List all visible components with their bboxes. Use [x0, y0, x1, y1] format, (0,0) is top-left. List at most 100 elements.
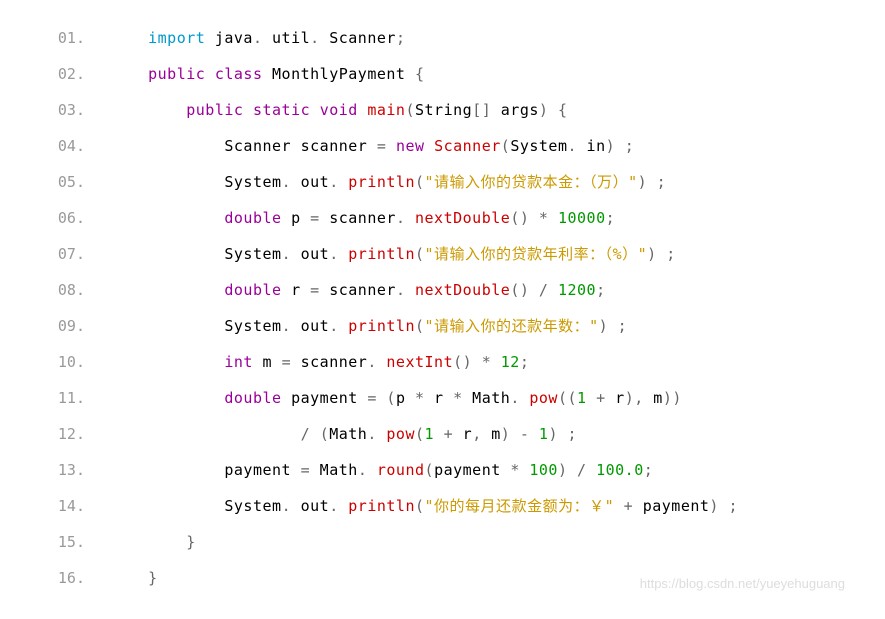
- token-num: 1: [577, 389, 587, 407]
- token-method: println: [348, 497, 415, 515]
- token-code: payment: [282, 389, 368, 407]
- token-str: "请输入你的贷款本金：（万）": [425, 173, 638, 191]
- token-code: out: [291, 497, 329, 515]
- token-method: round: [377, 461, 425, 479]
- token-punct: }: [148, 569, 158, 587]
- token-code: m: [644, 389, 663, 407]
- token-num: 10000: [558, 209, 606, 227]
- token-code: MonthlyPayment: [263, 65, 416, 83]
- token-kw: public: [186, 101, 243, 119]
- token-punct: =: [310, 281, 320, 299]
- token-code: [608, 317, 618, 335]
- token-punct: ;: [596, 281, 606, 299]
- line-number: 07.: [30, 236, 110, 272]
- token-code: r: [425, 389, 454, 407]
- token-code: [310, 101, 320, 119]
- token-punct: .: [510, 389, 520, 407]
- code-content: double r = scanner. nextDouble() / 1200;: [110, 272, 606, 308]
- line-number: 06.: [30, 200, 110, 236]
- token-code: scanner: [291, 353, 367, 371]
- token-punct: +: [596, 389, 606, 407]
- token-punct: =: [310, 209, 320, 227]
- token-punct: +: [444, 425, 454, 443]
- token-code: System: [110, 497, 282, 515]
- line-number: 14.: [30, 488, 110, 524]
- token-code: [657, 245, 667, 263]
- token-code: out: [291, 173, 329, 191]
- code-line: 02. public class MonthlyPayment {: [30, 56, 855, 92]
- token-code: payment: [633, 497, 709, 515]
- line-number: 12.: [30, 416, 110, 452]
- token-punct: /: [577, 461, 587, 479]
- token-punct: +: [624, 497, 634, 515]
- token-code: [377, 353, 387, 371]
- token-code: [110, 389, 224, 407]
- token-punct: (: [415, 245, 425, 263]
- token-code: System: [110, 173, 282, 191]
- token-punct: (: [415, 173, 425, 191]
- token-code: java: [205, 29, 253, 47]
- line-number: 02.: [30, 56, 110, 92]
- code-line: 07. System. out. println("请输入你的贷款年利率：（%）…: [30, 236, 855, 272]
- code-line: 04. Scanner scanner = new Scanner(System…: [30, 128, 855, 164]
- line-number: 03.: [30, 92, 110, 128]
- token-punct: ): [539, 101, 549, 119]
- token-num: 100.0: [596, 461, 644, 479]
- token-punct: =: [282, 353, 292, 371]
- token-punct: {: [415, 65, 425, 83]
- token-punct: .: [310, 29, 320, 47]
- token-punct: ;: [644, 461, 654, 479]
- token-code: [548, 101, 558, 119]
- code-line: 10. int m = scanner. nextInt() * 12;: [30, 344, 855, 380]
- code-line: 14. System. out. println("你的每月还款金额为：￥" +…: [30, 488, 855, 524]
- token-code: System: [110, 245, 282, 263]
- token-punct: *: [415, 389, 425, 407]
- token-punct: ): [638, 173, 648, 191]
- token-method: Scanner: [434, 137, 501, 155]
- token-code: [568, 461, 578, 479]
- token-punct: ;: [666, 245, 676, 263]
- token-code: [647, 173, 657, 191]
- token-code: String: [415, 101, 472, 119]
- code-line: 13. payment = Math. round(payment * 100)…: [30, 452, 855, 488]
- token-code: [110, 29, 148, 47]
- token-code: [310, 425, 320, 443]
- token-code: [110, 569, 148, 587]
- code-content: System. out. println("请输入你的贷款本金：（万）") ;: [110, 164, 666, 200]
- token-kw: double: [224, 389, 281, 407]
- token-punct: {: [558, 101, 568, 119]
- code-content: double payment = (p * r * Math. pow((1 +…: [110, 380, 682, 416]
- token-method: println: [348, 173, 415, 191]
- token-code: [615, 137, 625, 155]
- token-punct: (: [386, 389, 396, 407]
- token-code: [520, 461, 530, 479]
- token-code: [339, 173, 349, 191]
- token-num: 1: [425, 425, 435, 443]
- code-content: payment = Math. round(payment * 100) / 1…: [110, 452, 653, 488]
- token-code: r: [606, 389, 625, 407]
- code-content: import java. util. Scanner;: [110, 20, 405, 56]
- token-punct: /: [539, 281, 549, 299]
- token-punct: ): [709, 497, 719, 515]
- token-punct: *: [482, 353, 492, 371]
- token-method: pow: [386, 425, 415, 443]
- token-punct: (: [501, 137, 511, 155]
- token-code: System: [110, 317, 282, 335]
- token-code: args: [491, 101, 539, 119]
- token-punct: ): [501, 425, 511, 443]
- token-num: 1: [539, 425, 549, 443]
- token-punct: (: [320, 425, 330, 443]
- token-punct: .: [282, 497, 292, 515]
- token-punct: *: [539, 209, 549, 227]
- token-code: [358, 101, 368, 119]
- token-punct: ;: [606, 209, 616, 227]
- code-content: Scanner scanner = new Scanner(System. in…: [110, 128, 634, 164]
- token-punct: ): [647, 245, 657, 263]
- token-punct: .: [367, 353, 377, 371]
- token-code: [339, 245, 349, 263]
- token-punct: ): [548, 425, 558, 443]
- token-code: r: [453, 425, 472, 443]
- line-number: 08.: [30, 272, 110, 308]
- token-punct: .: [358, 461, 368, 479]
- token-code: [110, 209, 224, 227]
